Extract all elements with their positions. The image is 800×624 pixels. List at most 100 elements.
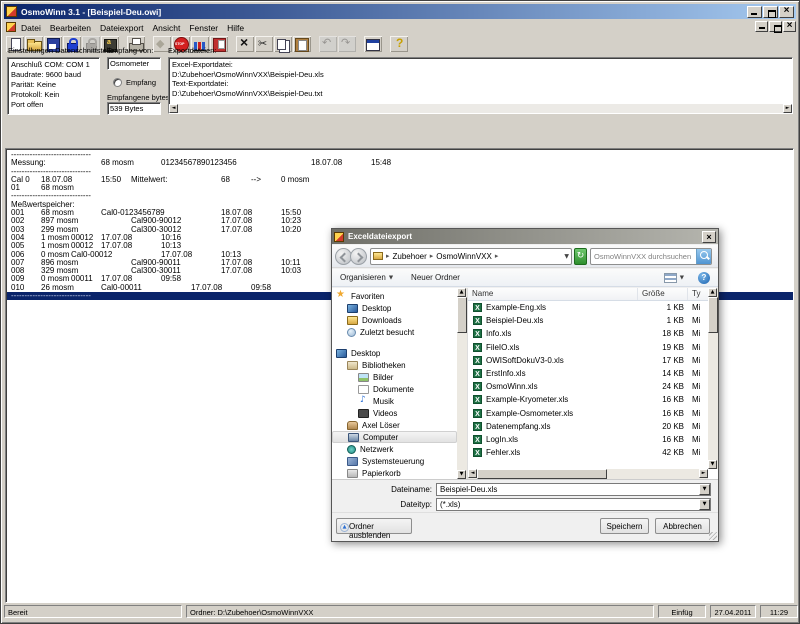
file-row[interactable]: XExample-Osmometer.xls16 KBMi xyxy=(468,407,708,420)
reception-device-field[interactable]: Osmometer xyxy=(107,57,161,70)
tree-item-zuletzt-besucht[interactable]: Zuletzt besucht xyxy=(332,326,457,338)
file-row[interactable]: XFehler.xls42 KBMi xyxy=(468,446,708,459)
mdi-close-button[interactable] xyxy=(783,21,796,32)
tree-scrollbar[interactable]: ▲ ▼ xyxy=(457,288,467,479)
filetype-combo[interactable]: (*.xls) ▼ xyxy=(436,498,711,511)
tree-item-desktop[interactable]: Desktop xyxy=(332,302,457,314)
file-row[interactable]: XDatenempfang.xls20 KBMi xyxy=(468,420,708,433)
tree-item-favoriten[interactable]: Favoriten xyxy=(332,290,457,302)
refresh-button[interactable]: ↻ xyxy=(574,248,587,265)
file-row[interactable]: XFileIO.xls19 KBMi xyxy=(468,341,708,354)
file-row[interactable]: XOsmoWinn.xls24 KBMi xyxy=(468,380,708,393)
menu-datei[interactable]: Datei xyxy=(21,23,41,33)
tree-item-downloads[interactable]: Downloads xyxy=(332,314,457,326)
help-icon[interactable] xyxy=(390,36,408,52)
document-line[interactable]: ------------------------------ xyxy=(11,192,793,200)
minimize-button[interactable] xyxy=(747,6,762,18)
search-input[interactable]: OsmoWinnVXX durchsuchen xyxy=(591,252,696,261)
mdi-restore-button[interactable] xyxy=(769,21,782,32)
column-header-name[interactable]: Name xyxy=(468,288,638,300)
breadcrumb-arrow-icon[interactable]: ▸ xyxy=(430,252,434,260)
file-row[interactable]: XErstInfo.xls14 KBMi xyxy=(468,367,708,380)
resize-grip[interactable] xyxy=(709,532,717,540)
column-header-size[interactable]: Größe xyxy=(638,288,688,300)
tree-item-bibliotheken[interactable]: Bibliotheken xyxy=(332,359,457,371)
scroll-up-icon[interactable]: ▲ xyxy=(708,288,717,297)
tree-item-musik[interactable]: Musik xyxy=(332,395,457,407)
help-icon[interactable]: ? xyxy=(698,272,710,284)
filename-combo[interactable]: Beispiel-Deu.xls ▼ xyxy=(436,483,711,496)
views-dropdown-icon[interactable]: ▼ xyxy=(680,275,684,281)
scroll-down-icon[interactable]: ▼ xyxy=(457,470,466,479)
menu-fenster[interactable]: Fenster xyxy=(189,23,218,33)
menu-bearbeiten[interactable]: Bearbeiten xyxy=(50,23,91,33)
breadcrumb-arrow-icon[interactable]: ▸ xyxy=(386,252,390,260)
file-row[interactable]: XInfo.xls18 KBMi xyxy=(468,327,708,340)
tree-item-systemsteuerung[interactable]: Systemsteuerung xyxy=(332,455,457,467)
tree-item-dokumente[interactable]: Dokumente xyxy=(332,383,457,395)
tree-item-papierkorb[interactable]: Papierkorb xyxy=(332,467,457,479)
search-icon[interactable] xyxy=(696,248,711,265)
file-row[interactable]: XExample-Eng.xls1 KBMi xyxy=(468,301,708,314)
document-line[interactable]: Cal 0 18.07.08 15:50 Mittelwert: 68 --> … xyxy=(11,176,793,184)
tree-item-desktop[interactable]: Desktop xyxy=(332,347,457,359)
chevron-down-icon[interactable]: ▼ xyxy=(699,499,710,510)
export-scrollbar[interactable]: ◄ ► xyxy=(169,104,792,113)
change-view-icon[interactable] xyxy=(664,273,677,283)
scroll-thumb[interactable] xyxy=(477,469,607,479)
file-row[interactable]: XExample-Kryometer.xls16 KBMi xyxy=(468,393,708,406)
reception-radio[interactable]: Empfang xyxy=(109,78,156,87)
breadcrumb[interactable]: ▸ Zubehoer ▸ OsmoWinnVXX ▸ ▼ xyxy=(370,248,572,265)
file-list-hscrollbar[interactable]: ◄ ► xyxy=(468,469,708,479)
search-box[interactable]: OsmoWinnVXX durchsuchen xyxy=(590,248,712,265)
close-button[interactable] xyxy=(779,6,794,18)
properties-icon[interactable] xyxy=(364,36,382,52)
scroll-thumb[interactable] xyxy=(457,297,467,333)
document-icon[interactable] xyxy=(6,22,16,32)
mdi-minimize-button[interactable] xyxy=(755,21,768,32)
breadcrumb-arrow-icon[interactable]: ▸ xyxy=(495,252,499,260)
scroll-left-icon[interactable]: ◄ xyxy=(468,469,477,478)
document-line[interactable]: 01 68 mosm xyxy=(11,184,793,192)
menu-ansicht[interactable]: Ansicht xyxy=(152,23,180,33)
save-button[interactable]: Speichern xyxy=(600,518,649,534)
document-line[interactable]: Messung: 68 mosm 01234567890123456 18.07… xyxy=(11,159,793,167)
breadcrumb-dropdown-icon[interactable]: ▼ xyxy=(564,253,569,260)
restore-button[interactable] xyxy=(763,6,778,18)
scroll-left-icon[interactable]: ◄ xyxy=(169,104,178,113)
file-row[interactable]: XLogIn.xls16 KBMi xyxy=(468,433,708,446)
copy-icon[interactable] xyxy=(274,36,292,52)
breadcrumb-segment[interactable]: OsmoWinnVXX xyxy=(436,252,492,261)
scroll-right-icon[interactable]: ► xyxy=(783,104,792,113)
delete-icon[interactable] xyxy=(236,36,254,52)
scroll-down-icon[interactable]: ▼ xyxy=(708,460,717,469)
scroll-right-icon[interactable]: ► xyxy=(699,469,708,478)
tree-item-computer[interactable]: Computer xyxy=(332,431,457,443)
scroll-up-icon[interactable]: ▲ xyxy=(457,288,466,297)
cancel-button[interactable]: Abbrechen xyxy=(655,518,710,534)
new-folder-button[interactable]: Neuer Ordner xyxy=(411,273,460,282)
file-row[interactable]: XBeispiel-Deu.xls1 KBMi xyxy=(468,314,708,327)
chevron-down-icon[interactable]: ▼ xyxy=(699,484,710,495)
tree-item-netzwerk[interactable]: Netzwerk xyxy=(332,443,457,455)
paste-icon[interactable] xyxy=(293,36,311,52)
hide-folders-button[interactable]: Ordner ausblenden xyxy=(336,518,412,534)
filetype-value[interactable]: (*.xls) xyxy=(440,500,699,509)
tree-item-axel-l-ser[interactable]: Axel Löser xyxy=(332,419,457,431)
file-list-vscrollbar[interactable]: ▲ ▼ xyxy=(708,288,718,469)
tree-item-videos[interactable]: Videos xyxy=(332,407,457,419)
bytes-field[interactable]: 539 Bytes xyxy=(107,102,161,115)
file-row[interactable]: XOWISoftDokuV3-0.xls17 KBMi xyxy=(468,354,708,367)
forward-button[interactable] xyxy=(350,248,367,265)
dialog-close-button[interactable]: × xyxy=(702,231,716,243)
radio-icon[interactable] xyxy=(113,78,122,87)
scroll-thumb[interactable] xyxy=(708,297,718,333)
breadcrumb-segment[interactable]: Zubehoer xyxy=(393,252,427,261)
tree-item-bilder[interactable]: Bilder xyxy=(332,371,457,383)
menu-dateiexport[interactable]: Dateiexport xyxy=(100,23,143,33)
organize-menu[interactable]: Organisieren ▼ xyxy=(340,273,393,282)
filename-value[interactable]: Beispiel-Deu.xls xyxy=(440,485,699,494)
menu-hilfe[interactable]: Hilfe xyxy=(227,23,244,33)
cut-icon[interactable] xyxy=(255,36,273,52)
interface-settings-list[interactable]: Anschluß COM: COM 1Baudrate: 9600 baudPa… xyxy=(7,57,100,115)
